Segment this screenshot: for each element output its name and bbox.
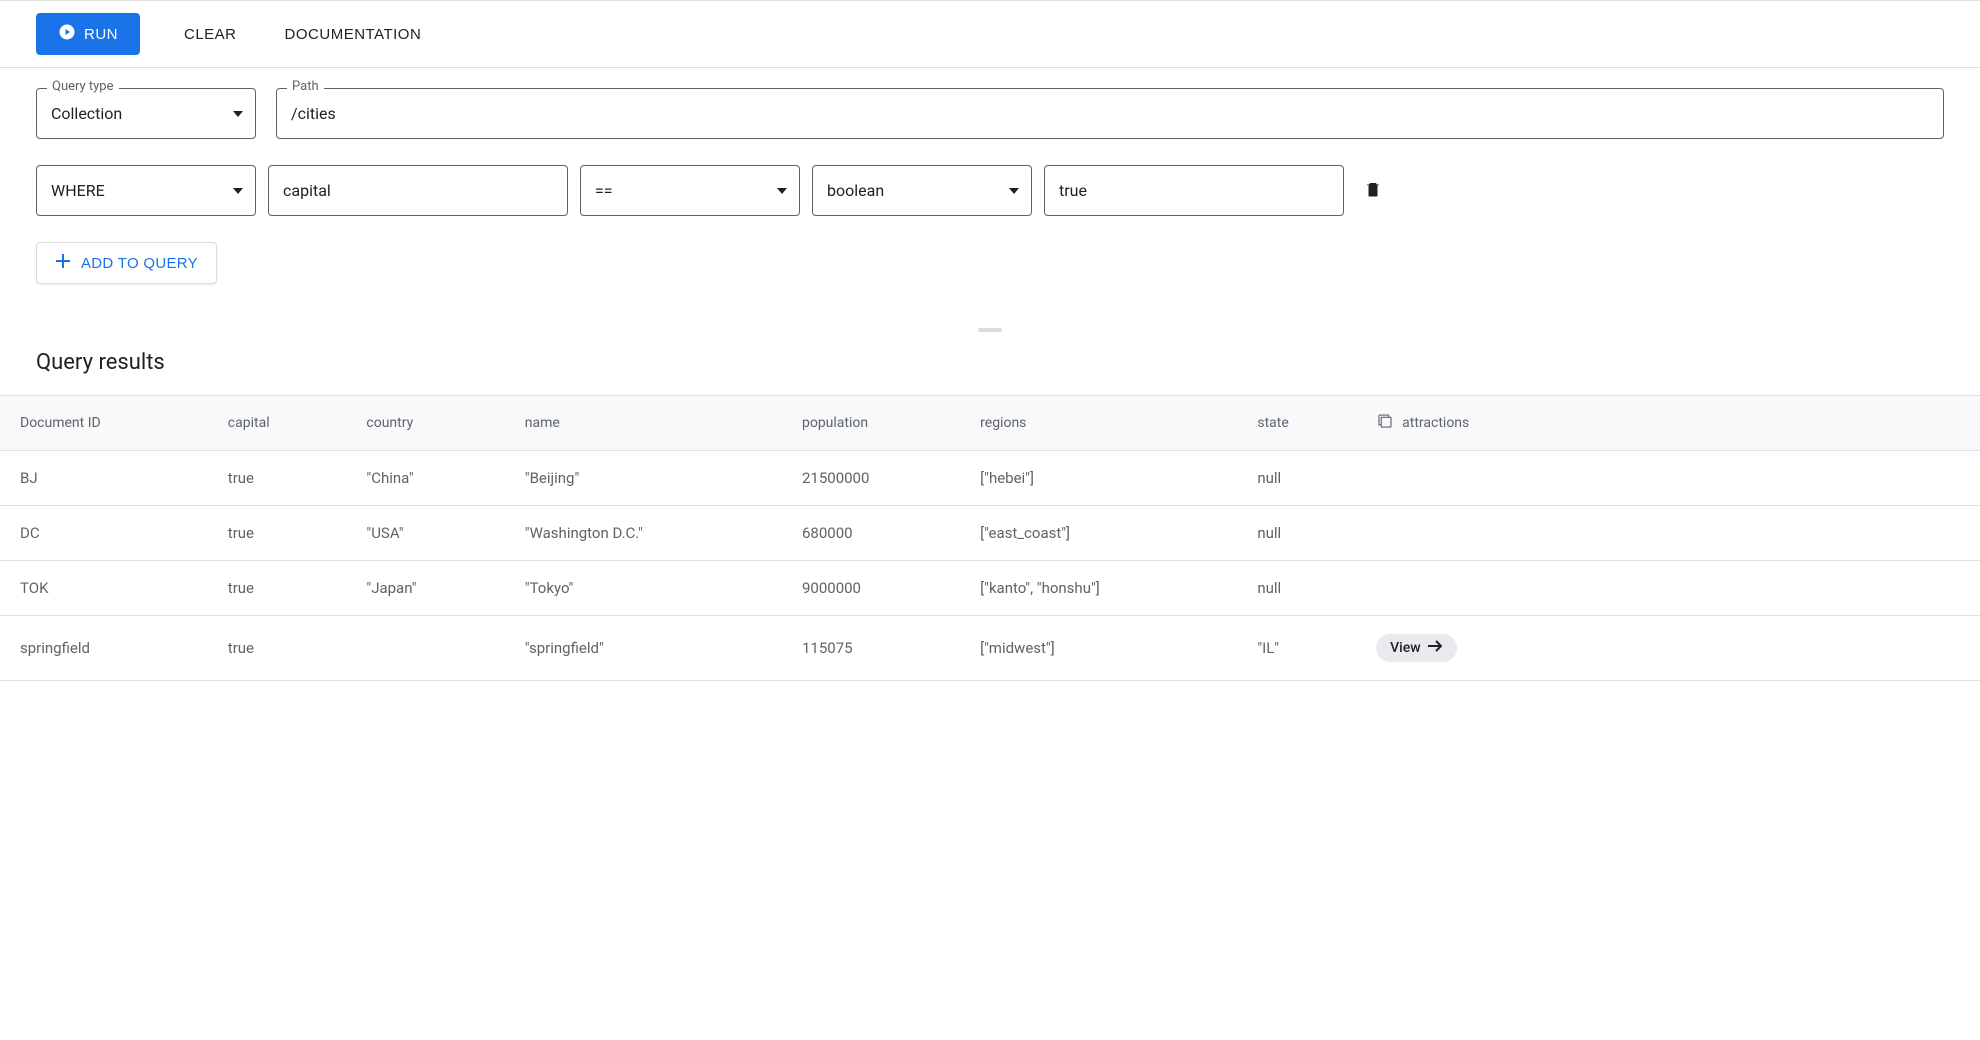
table-cell: ["kanto", "honshu"]	[970, 561, 1247, 616]
table-row[interactable]: BJtrue"China""Beijing"21500000["hebei"]n…	[0, 451, 1980, 506]
table-cell: ["midwest"]	[970, 616, 1247, 681]
column-header[interactable]: Document ID	[0, 396, 218, 451]
documentation-button[interactable]: DOCUMENTATION	[281, 18, 426, 51]
table-cell: true	[218, 451, 357, 506]
clause-keyword-value: WHERE	[37, 166, 233, 215]
clause-field-input[interactable]: capital	[268, 165, 568, 216]
query-builder: Query type Collection Path /cities WHERE…	[0, 68, 1980, 324]
path-value: /cities	[277, 89, 1943, 138]
add-to-query-label: ADD TO QUERY	[81, 255, 198, 272]
table-cell: ["hebei"]	[970, 451, 1247, 506]
table-cell: "springfield"	[515, 616, 792, 681]
table-cell: "Washington D.C."	[515, 506, 792, 561]
table-cell: 115075	[792, 616, 970, 681]
collection-icon	[1376, 412, 1394, 434]
results-section: Query results Document ID capital countr…	[0, 336, 1980, 701]
table-cell: "IL"	[1247, 616, 1366, 681]
trash-icon	[1364, 179, 1382, 203]
table-cell: null	[1247, 506, 1366, 561]
delete-clause-button[interactable]	[1356, 179, 1390, 203]
table-cell: springfield	[0, 616, 218, 681]
query-type-value: Collection	[37, 89, 233, 138]
query-type-select[interactable]: Query type Collection	[36, 88, 256, 139]
plus-icon	[55, 253, 71, 273]
run-button[interactable]: RUN	[36, 13, 140, 55]
column-header[interactable]: name	[515, 396, 792, 451]
table-cell: null	[1247, 451, 1366, 506]
results-table: Document ID capital country name populat…	[0, 395, 1980, 681]
query-type-label: Query type	[47, 79, 119, 94]
panel-resize-handle[interactable]	[0, 324, 1980, 336]
table-row[interactable]: springfieldtrue "springfield"115075["midw…	[0, 616, 1980, 681]
chevron-down-icon	[233, 111, 255, 117]
path-label: Path	[287, 79, 324, 94]
play-icon	[58, 23, 76, 45]
table-cell: DC	[0, 506, 218, 561]
view-attractions-chip[interactable]: View	[1376, 634, 1457, 662]
add-to-query-button[interactable]: ADD TO QUERY	[36, 242, 217, 284]
table-row[interactable]: TOKtrue"Japan""Tokyo"9000000["kanto", "h…	[0, 561, 1980, 616]
table-cell: true	[218, 561, 357, 616]
table-cell: "Beijing"	[515, 451, 792, 506]
view-label: View	[1390, 640, 1421, 656]
table-cell	[356, 616, 514, 681]
clause-operator-select[interactable]: ==	[580, 165, 800, 216]
table-cell-attractions	[1366, 506, 1980, 561]
clause-value-input[interactable]: true	[1044, 165, 1344, 216]
column-header[interactable]: attractions	[1366, 396, 1980, 451]
table-cell: BJ	[0, 451, 218, 506]
table-cell: "USA"	[356, 506, 514, 561]
clause-keyword-select[interactable]: WHERE	[36, 165, 256, 216]
column-header[interactable]: regions	[970, 396, 1247, 451]
table-cell: 21500000	[792, 451, 970, 506]
column-header-label: attractions	[1402, 415, 1469, 431]
results-title: Query results	[0, 336, 1980, 395]
table-cell: ["east_coast"]	[970, 506, 1247, 561]
column-header[interactable]: state	[1247, 396, 1366, 451]
table-cell: null	[1247, 561, 1366, 616]
table-cell: true	[218, 616, 357, 681]
table-cell: "China"	[356, 451, 514, 506]
table-cell-attractions	[1366, 561, 1980, 616]
table-cell: "Tokyo"	[515, 561, 792, 616]
arrow-right-icon	[1427, 640, 1443, 656]
clause-type-select[interactable]: boolean	[812, 165, 1032, 216]
toolbar: RUN CLEAR DOCUMENTATION	[0, 0, 1980, 68]
table-cell: 680000	[792, 506, 970, 561]
column-header[interactable]: country	[356, 396, 514, 451]
table-cell: true	[218, 506, 357, 561]
chevron-down-icon	[777, 188, 799, 194]
column-header[interactable]: population	[792, 396, 970, 451]
table-cell: 9000000	[792, 561, 970, 616]
clause-field-value: capital	[269, 166, 567, 215]
table-cell-attractions	[1366, 451, 1980, 506]
table-cell: TOK	[0, 561, 218, 616]
clause-type-value: boolean	[813, 166, 1009, 215]
path-input[interactable]: Path /cities	[276, 88, 1944, 139]
clause-value: true	[1045, 166, 1343, 215]
clause-operator-value: ==	[581, 166, 777, 215]
table-cell-attractions: View	[1366, 616, 1980, 681]
clear-button[interactable]: CLEAR	[180, 18, 241, 51]
table-header-row: Document ID capital country name populat…	[0, 396, 1980, 451]
table-row[interactable]: DCtrue"USA""Washington D.C."680000["east…	[0, 506, 1980, 561]
chevron-down-icon	[233, 188, 255, 194]
run-label: RUN	[84, 26, 118, 43]
table-cell: "Japan"	[356, 561, 514, 616]
chevron-down-icon	[1009, 188, 1031, 194]
column-header[interactable]: capital	[218, 396, 357, 451]
